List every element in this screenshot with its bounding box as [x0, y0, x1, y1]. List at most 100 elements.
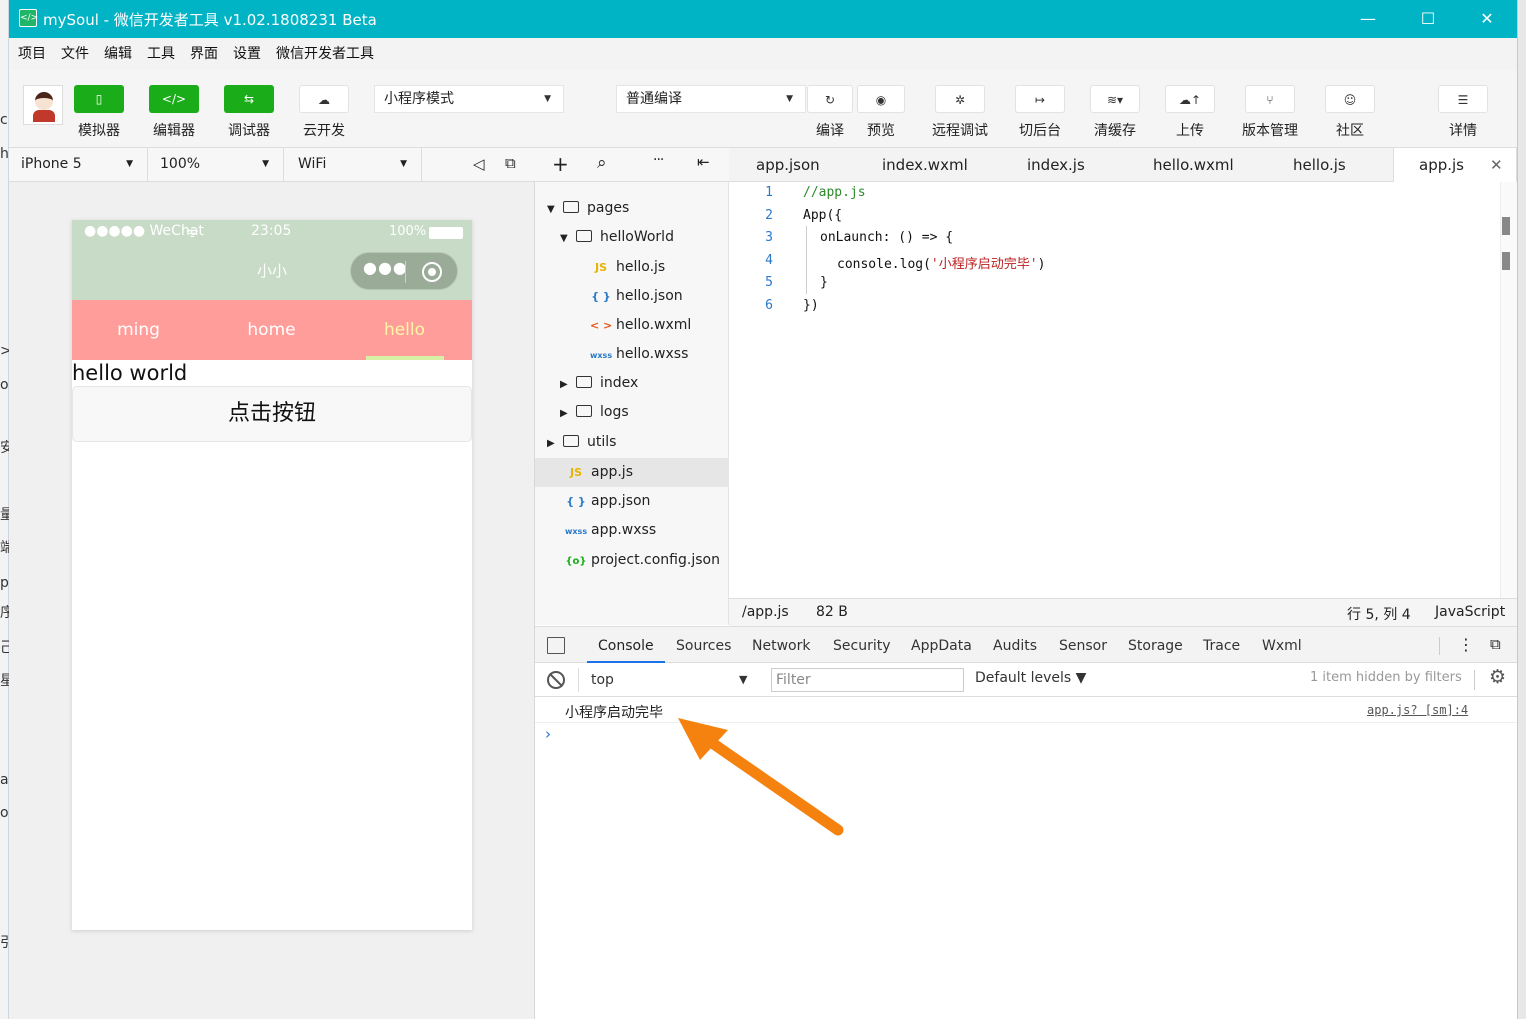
- kebab-menu-icon[interactable]: ⋮: [1458, 635, 1474, 654]
- upload-button[interactable]: ☁↑: [1165, 85, 1215, 113]
- tab-sources[interactable]: Sources: [676, 627, 731, 663]
- dropdown-arrow-icon: ▼: [739, 673, 748, 686]
- compile-button[interactable]: ↻: [807, 85, 853, 113]
- clear-cache-button[interactable]: ≋▾: [1090, 85, 1140, 113]
- network-select[interactable]: WiFi ▼: [292, 148, 422, 181]
- detach-window-icon[interactable]: ⧉: [505, 154, 516, 172]
- more-dots-icon[interactable]: ●●●: [363, 258, 407, 277]
- tab-sensor[interactable]: Sensor: [1059, 627, 1107, 663]
- community-button[interactable]: ☺: [1325, 85, 1375, 113]
- log-levels-select[interactable]: Default levels ▼: [975, 670, 1086, 686]
- folder-icon: [563, 435, 579, 447]
- tab-trace[interactable]: Trace: [1203, 627, 1240, 663]
- editor-tab-app-json[interactable]: app.json: [756, 148, 820, 182]
- menu-item-view[interactable]: 界面: [190, 38, 218, 70]
- preview-button[interactable]: ◉: [857, 85, 905, 113]
- log-source-link[interactable]: app.js? [sm]:4: [1367, 703, 1468, 717]
- scrollbar-thumb[interactable]: [1502, 217, 1510, 235]
- tab-appdata[interactable]: AppData: [911, 627, 972, 663]
- editor-tab-hello-wxml[interactable]: hello.wxml: [1153, 148, 1234, 182]
- close-capsule-icon[interactable]: [422, 262, 442, 282]
- console-prompt[interactable]: ›: [545, 725, 551, 743]
- version-button[interactable]: ⑂: [1245, 85, 1295, 113]
- clear-console-icon[interactable]: [547, 671, 565, 689]
- swap-icon: ⇆: [243, 92, 255, 106]
- search-icon[interactable]: ⌕: [597, 153, 607, 173]
- tab-ming[interactable]: ming: [72, 300, 205, 360]
- editor-scrollbar[interactable]: [1500, 182, 1517, 598]
- tree-file-app-json[interactable]: { } app.json: [565, 487, 650, 516]
- tree-folder-logs[interactable]: ▶ logs: [560, 398, 629, 427]
- code-icon: </>: [161, 92, 187, 106]
- tab-network[interactable]: Network: [752, 627, 810, 663]
- click-button[interactable]: 点击按钮: [72, 386, 472, 442]
- phone-screen: ●●●●● WeChat ᯤ 23:05 100% 小小 ●●● ming ho…: [72, 220, 472, 930]
- remote-debug-button[interactable]: ✲: [935, 85, 985, 113]
- compile-mode-select[interactable]: 普通编译 ▼: [616, 85, 806, 113]
- collapse-icon[interactable]: ⇤: [697, 153, 710, 171]
- line-number: 5: [765, 275, 773, 290]
- tab-home[interactable]: home: [205, 300, 338, 360]
- menu-item-file[interactable]: 文件: [61, 38, 89, 70]
- editor-tab-index-wxml[interactable]: index.wxml: [882, 148, 968, 182]
- settings-gear-icon[interactable]: ⚙: [1489, 666, 1506, 688]
- tab-console[interactable]: Console: [587, 627, 665, 663]
- tree-folder-pages[interactable]: ▼ pages: [547, 194, 629, 223]
- phone-status-bar: ●●●●● WeChat ᯤ 23:05 100%: [72, 220, 472, 244]
- version-label: 版本管理: [1242, 123, 1298, 139]
- menu-icon: ☰: [1457, 93, 1469, 107]
- minimize-button[interactable]: —: [1348, 6, 1388, 32]
- cloud-dev-button[interactable]: ☁: [299, 85, 349, 113]
- menu-item-project[interactable]: 项目: [18, 38, 46, 70]
- editor-tab-app-js[interactable]: app.js ✕: [1393, 148, 1517, 182]
- menu-item-devtools[interactable]: 微信开发者工具: [276, 38, 374, 70]
- tab-security[interactable]: Security: [833, 627, 891, 663]
- menu-item-tools[interactable]: 工具: [147, 38, 175, 70]
- editor-tab-index-js[interactable]: index.js: [1027, 148, 1085, 182]
- filter-input[interactable]: Filter: [771, 668, 964, 692]
- menu-item-settings[interactable]: 设置: [233, 38, 261, 70]
- add-file-icon[interactable]: +: [552, 152, 569, 176]
- tab-storage[interactable]: Storage: [1128, 627, 1183, 663]
- device-select[interactable]: iPhone 5 ▼: [18, 148, 148, 181]
- tab-wxml[interactable]: Wxml: [1262, 627, 1302, 663]
- phone-nav-bar: 小小 ●●●: [72, 244, 472, 300]
- tree-file-hello-wxss[interactable]: wxss hello.wxss: [590, 340, 688, 369]
- cursor-position: 行 5, 列 4: [1347, 607, 1411, 623]
- tree-file-hello-js[interactable]: JS hello.js: [590, 253, 665, 282]
- zoom-select[interactable]: 100% ▼: [154, 148, 284, 181]
- editor-tab-hello-js[interactable]: hello.js: [1293, 148, 1346, 182]
- tree-file-hello-wxml[interactable]: < > hello.wxml: [590, 311, 691, 340]
- close-tab-icon[interactable]: ✕: [1490, 148, 1503, 182]
- close-button[interactable]: ✕: [1467, 6, 1507, 32]
- inspect-element-icon[interactable]: [547, 637, 565, 654]
- code-token: console.log(: [837, 257, 931, 272]
- tab-hello[interactable]: hello: [338, 300, 471, 360]
- tab-audits[interactable]: Audits: [993, 627, 1037, 663]
- mode-select[interactable]: 小程序模式 ▼: [374, 85, 564, 113]
- tree-file-app-js[interactable]: JS app.js: [535, 458, 729, 487]
- maximize-button[interactable]: ☐: [1408, 6, 1448, 32]
- background-button[interactable]: ↦: [1015, 85, 1065, 113]
- debugger-toggle-button[interactable]: ⇆: [224, 85, 274, 113]
- avatar[interactable]: [23, 85, 63, 125]
- simulator-toggle-button[interactable]: ▯: [74, 85, 124, 113]
- more-icon[interactable]: ···: [653, 152, 664, 168]
- code-editor[interactable]: 1 2 3 4 5 6 //app.js App({ onLaunch: () …: [729, 182, 1517, 598]
- tree-folder-helloworld[interactable]: ▼ helloWorld: [560, 223, 674, 252]
- details-button[interactable]: ☰: [1438, 85, 1488, 113]
- language-mode[interactable]: JavaScript: [1435, 604, 1505, 620]
- editor-toggle-button[interactable]: </>: [149, 85, 199, 113]
- cloud-upload-icon: ☁↑: [1178, 93, 1202, 107]
- capsule-menu: ●●●: [350, 252, 458, 290]
- json-file-icon: { }: [591, 290, 611, 303]
- menu-item-edit[interactable]: 编辑: [104, 38, 132, 70]
- context-select[interactable]: top ▼: [578, 668, 754, 692]
- tree-file-hello-json[interactable]: { } hello.json: [590, 282, 682, 311]
- tree-file-app-wxss[interactable]: wxss app.wxss: [565, 516, 656, 545]
- tree-folder-index[interactable]: ▶ index: [560, 369, 638, 398]
- tree-file-project-config[interactable]: {o} project.config.json: [565, 546, 720, 575]
- speaker-icon[interactable]: ◁: [473, 155, 485, 173]
- dock-icon[interactable]: ⧉: [1490, 635, 1501, 653]
- tree-folder-utils[interactable]: ▶ utils: [547, 428, 616, 457]
